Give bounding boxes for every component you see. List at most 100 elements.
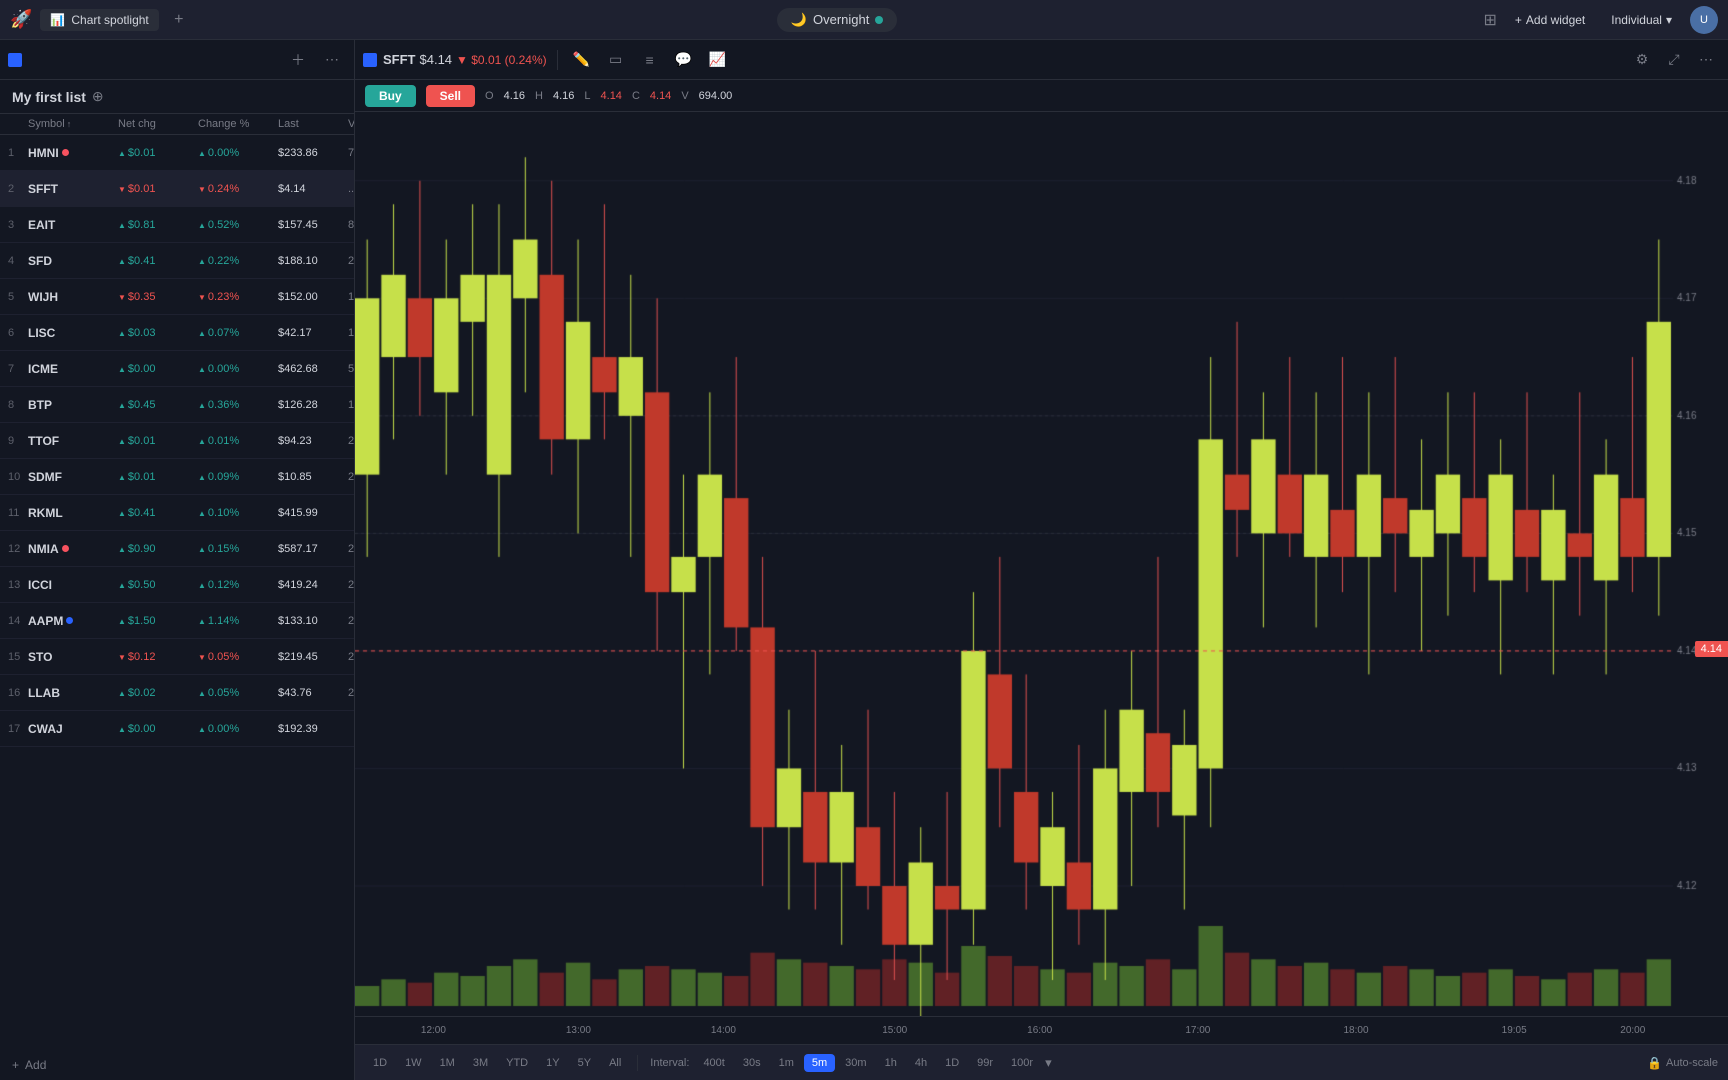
watchlist-row[interactable]: 14 AAPM $1.50 1.14% $133.10 253,0... [0, 603, 354, 639]
watchlist-row[interactable]: 12 NMIA $0.90 0.15% $587.17 2,4... [0, 531, 354, 567]
watchlist-row[interactable]: 15 STO $0.12 0.05% $219.45 24,8... [0, 639, 354, 675]
row-last: $42.17 [278, 327, 348, 339]
add-symbol-button[interactable]: ＋ [284, 46, 312, 74]
row-last: $415.99 [278, 507, 348, 519]
indicator-button[interactable]: 📈 [704, 46, 732, 74]
interval-400t[interactable]: 400t [695, 1054, 732, 1072]
interval-1d[interactable]: 1D [937, 1054, 967, 1072]
row-symbol: RKML [28, 506, 118, 520]
watchlist-settings-icon[interactable]: ⊕ [92, 88, 104, 105]
watchlist-row[interactable]: 10 SDMF $0.01 0.09% $10.85 2,4... [0, 459, 354, 495]
layout-icon[interactable]: ⊞ [1483, 10, 1496, 30]
col-netchg-header[interactable]: Net chg [118, 118, 198, 130]
watchlist-row[interactable]: 5 WIJH $0.35 0.23% $152.00 1,3... [0, 279, 354, 315]
interval-5m[interactable]: 5m [804, 1054, 835, 1072]
rectangle-button[interactable]: ▭ [602, 46, 630, 74]
interval-4h[interactable]: 4h [907, 1054, 935, 1072]
add-tab-button[interactable]: + [167, 8, 191, 32]
watchlist-row[interactable]: 9 TTOF $0.01 0.01% $94.23 28... [0, 423, 354, 459]
interval-30s[interactable]: 30s [735, 1054, 769, 1072]
draw-pencil-button[interactable]: ✏️ [568, 46, 596, 74]
chart-spotlight-tab[interactable]: 📊 Chart spotlight [40, 9, 158, 31]
interval-1m[interactable]: 1m [771, 1054, 802, 1072]
row-symbol: NMIA [28, 542, 118, 556]
watchlist-row[interactable]: 6 LISC $0.03 0.07% $42.17 1... [0, 315, 354, 351]
watchlist-row[interactable]: 4 SFD $0.41 0.22% $188.10 2,8... [0, 243, 354, 279]
align-button[interactable]: ≡ [636, 46, 664, 74]
watchlist-row[interactable]: 16 LLAB $0.02 0.05% $43.76 2... [0, 675, 354, 711]
row-number: 4 [8, 255, 28, 267]
row-symbol: LLAB [28, 686, 118, 700]
period-5y[interactable]: 5Y [570, 1054, 599, 1072]
mode-dropdown[interactable]: Individual ▾ [1603, 9, 1680, 31]
watchlist-row[interactable]: 11 RKML $0.41 0.10% $415.99 [0, 495, 354, 531]
chart-compare-button[interactable]: ⤢ [1660, 46, 1688, 74]
period-1m[interactable]: 1M [432, 1054, 463, 1072]
row-last: $188.10 [278, 255, 348, 267]
add-widget-button[interactable]: + Add widget [1507, 9, 1593, 31]
add-icon: + [12, 1058, 19, 1072]
high-value: 4.16 [553, 90, 574, 102]
row-vol: 8,3... [348, 219, 354, 231]
watchlist-row[interactable]: 8 BTP $0.45 0.36% $126.28 14... [0, 387, 354, 423]
interval-30m[interactable]: 30m [837, 1054, 874, 1072]
watchlist-row[interactable]: 13 ICCI $0.50 0.12% $419.24 2,0... [0, 567, 354, 603]
chart-settings-button[interactable]: ⚙ [1628, 46, 1656, 74]
time-label: 12:00 [421, 1025, 446, 1036]
chart-more-button[interactable]: ⋯ [1692, 46, 1720, 74]
overnight-mode-button[interactable]: 🌙 Overnight [777, 8, 898, 32]
row-number: 15 [8, 651, 28, 663]
watchlist-color-indicator [8, 53, 22, 67]
sell-button[interactable]: Sell [426, 85, 475, 107]
row-symbol: TTOF [28, 434, 118, 448]
col-vol-header[interactable]: Volum [348, 118, 355, 130]
period-1w[interactable]: 1W [397, 1054, 430, 1072]
watchlist-menu-button[interactable]: ⋯ [318, 46, 346, 74]
watchlist-row[interactable]: 17 CWAJ $0.00 0.00% $192.39 [0, 711, 354, 747]
row-netchg: $0.01 [118, 183, 198, 195]
row-changepct: 0.00% [198, 723, 278, 735]
col-changepct-header[interactable]: Change % [198, 118, 278, 130]
row-netchg: $0.00 [118, 363, 198, 375]
time-label: 16:00 [1027, 1025, 1052, 1036]
row-symbol: CWAJ [28, 722, 118, 736]
chart-right-toolbar: ⚙ ⤢ ⋯ [1628, 46, 1720, 74]
ohlcv-bar: Buy Sell O 4.16 H 4.16 L 4.14 C 4.14 V 6… [355, 80, 1728, 112]
watchlist-row[interactable]: 1 HMNI $0.01 0.00% $233.86 7,4... [0, 135, 354, 171]
row-symbol: BTP [28, 398, 118, 412]
period-3m[interactable]: 3M [465, 1054, 496, 1072]
toolbar-separator [557, 50, 558, 70]
watchlist-row[interactable]: 7 ICME $0.00 0.00% $462.68 5... [0, 351, 354, 387]
watchlist-row[interactable]: 3 EAIT $0.81 0.52% $157.45 8,3... [0, 207, 354, 243]
interval-expand-icon[interactable]: ▾ [1045, 1055, 1052, 1071]
row-changepct: 0.01% [198, 435, 278, 447]
interval-1h[interactable]: 1h [877, 1054, 905, 1072]
row-number: 13 [8, 579, 28, 591]
watchlist-row[interactable]: 2 SFFT $0.01 0.24% $4.14 ... [0, 171, 354, 207]
comment-button[interactable]: 💬 [670, 46, 698, 74]
time-label: 18:00 [1344, 1025, 1369, 1036]
row-netchg: $0.01 [118, 471, 198, 483]
interval-100r[interactable]: 100r [1003, 1054, 1041, 1072]
row-changepct: 0.05% [198, 687, 278, 699]
period-1d[interactable]: 1D [365, 1054, 395, 1072]
row-number: 17 [8, 723, 28, 735]
add-symbol-row[interactable]: + Add [0, 1050, 354, 1080]
period-all[interactable]: All [601, 1054, 629, 1072]
auto-scale-button[interactable]: 🔒 Auto-scale [1647, 1056, 1718, 1070]
buy-button[interactable]: Buy [365, 85, 416, 107]
row-symbol: HMNI [28, 146, 118, 160]
interval-99r[interactable]: 99r [969, 1054, 1001, 1072]
row-last: $219.45 [278, 651, 348, 663]
col-symbol-header[interactable]: Symbol ↑ [28, 118, 118, 130]
col-last-header[interactable]: Last [278, 118, 348, 130]
period-1y[interactable]: 1Y [538, 1054, 567, 1072]
time-label: 20:00 [1620, 1025, 1645, 1036]
avatar[interactable]: U [1690, 6, 1718, 34]
period-ytd[interactable]: YTD [498, 1054, 536, 1072]
row-netchg: $0.81 [118, 219, 198, 231]
row-changepct: 0.07% [198, 327, 278, 339]
row-vol: 2... [348, 687, 354, 699]
candlestick-chart[interactable] [355, 112, 1728, 1016]
open-value: 4.16 [504, 90, 525, 102]
